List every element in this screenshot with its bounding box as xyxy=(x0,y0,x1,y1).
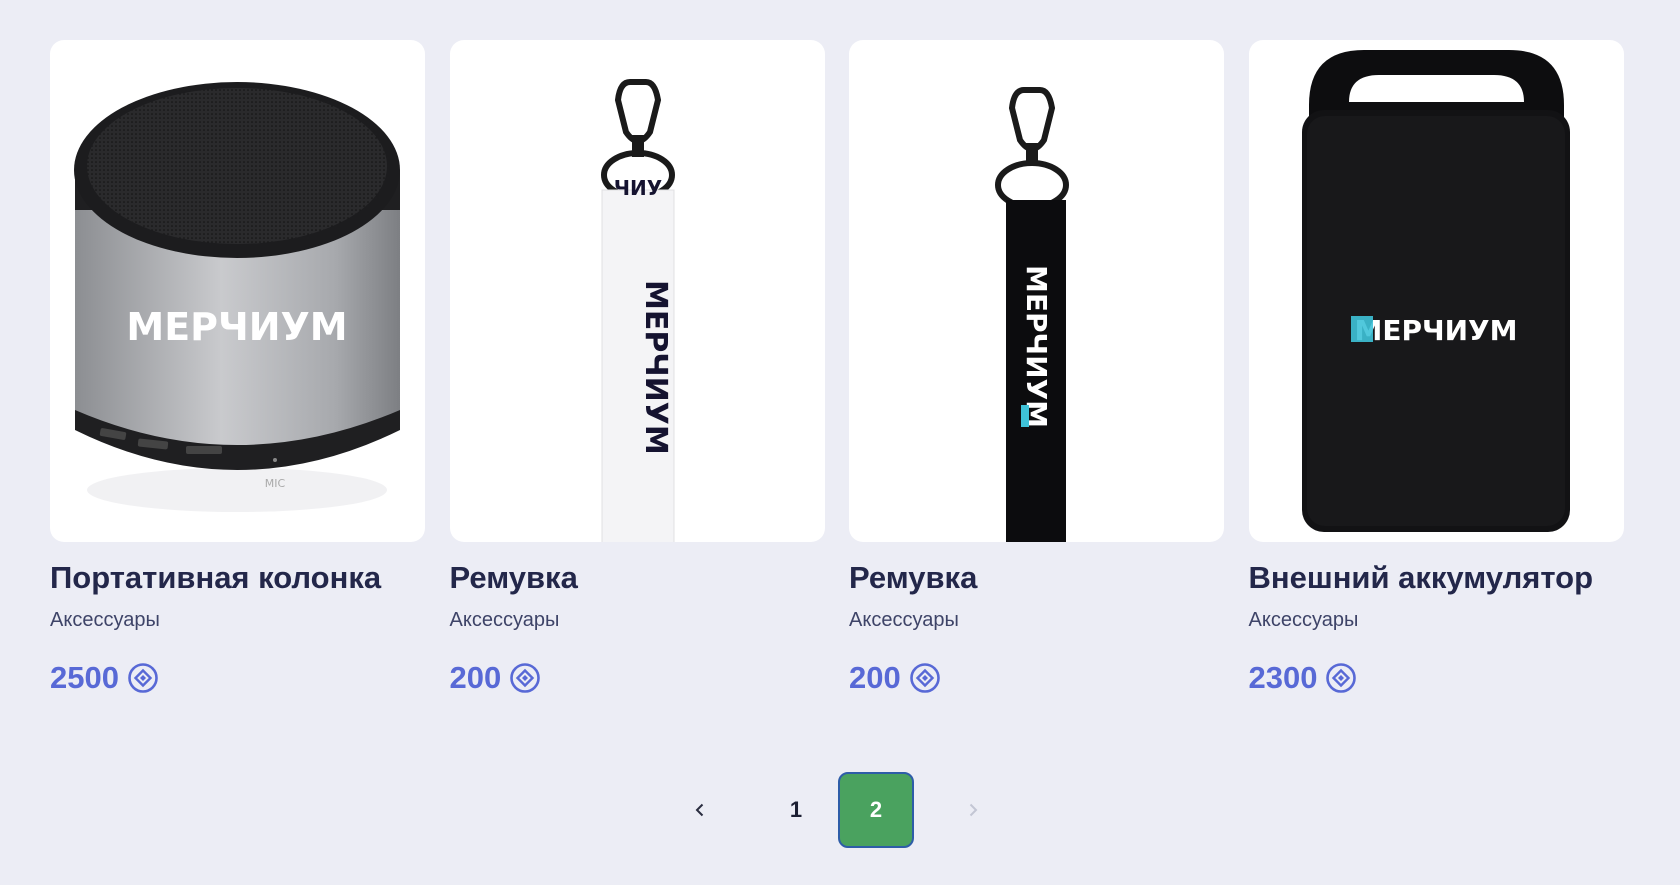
chevron-left-icon xyxy=(695,803,704,817)
speaker-image: МЕРЧИУМ MIC xyxy=(74,82,400,512)
lanyard-logo: МЕРЧИУМ xyxy=(1020,265,1053,428)
product-price: 200 xyxy=(450,658,825,698)
product-title[interactable]: Ремувка xyxy=(450,558,825,598)
price-value: 200 xyxy=(849,660,901,695)
product-category: Аксессуары xyxy=(1248,609,1359,631)
product-price: 2500 xyxy=(50,658,425,698)
powerbank-logo: МЕРЧИУМ xyxy=(1354,314,1517,347)
coin-icon xyxy=(127,662,159,694)
product-grid: МЕРЧИУМ MIC Портативная колонка Аксессуа… xyxy=(50,40,1624,698)
svg-text:MIC: MIC xyxy=(265,477,286,490)
lanyard-black-image: МЕРЧИУМ xyxy=(995,87,1069,542)
pagination-next-button[interactable] xyxy=(935,772,1011,848)
lanyard-white-image: ЧИУ МЕРЧИУМ xyxy=(600,79,675,542)
pagination-page-1[interactable]: 1 xyxy=(758,772,834,848)
product-card[interactable]: МЕРЧИУМ Ремувка Аксессуары 200 xyxy=(849,40,1224,698)
product-price: 200 xyxy=(849,658,1224,698)
pagination-page-2-active[interactable]: 2 xyxy=(838,772,914,848)
product-image-lanyard-white[interactable]: ЧИУ МЕРЧИУМ xyxy=(449,40,825,542)
product-category: Аксессуары xyxy=(449,609,560,631)
svg-text:ЧИУ: ЧИУ xyxy=(613,176,661,200)
lanyard-logo: МЕРЧИУМ xyxy=(638,280,673,455)
product-card[interactable]: ЧИУ МЕРЧИУМ Ремувка Аксессуары 200 xyxy=(449,40,825,698)
product-image-speaker[interactable]: МЕРЧИУМ MIC xyxy=(50,40,425,542)
coin-icon xyxy=(509,662,541,694)
product-card[interactable]: МЕРЧИУМ MIC Портативная колонка Аксессуа… xyxy=(50,40,425,698)
powerbank-image: МЕРЧИУМ xyxy=(1301,50,1570,532)
price-value: 2300 xyxy=(1248,660,1318,695)
product-title[interactable]: Ремувка xyxy=(849,558,1224,598)
product-category: Аксессуары xyxy=(50,609,160,631)
chevron-right-icon xyxy=(969,803,978,817)
product-title[interactable]: Портативная колонка xyxy=(50,558,425,598)
product-category: Аксессуары xyxy=(849,609,959,631)
coin-icon xyxy=(909,662,941,694)
coin-icon xyxy=(1325,662,1357,694)
speaker-logo: МЕРЧИУМ xyxy=(126,305,347,349)
product-title[interactable]: Внешний аккумулятор xyxy=(1249,558,1624,598)
pagination-prev-button[interactable] xyxy=(662,772,738,848)
product-image-powerbank[interactable]: МЕРЧИУМ xyxy=(1248,40,1624,542)
product-price: 2300 xyxy=(1249,658,1624,698)
price-value: 2500 xyxy=(50,660,119,695)
product-image-lanyard-black[interactable]: МЕРЧИУМ xyxy=(849,40,1224,542)
pagination: 1 2 xyxy=(0,772,1680,848)
price-value: 200 xyxy=(449,660,502,695)
product-card[interactable]: МЕРЧИУМ Внешний аккумулятор Аксессуары 2… xyxy=(1248,40,1624,698)
